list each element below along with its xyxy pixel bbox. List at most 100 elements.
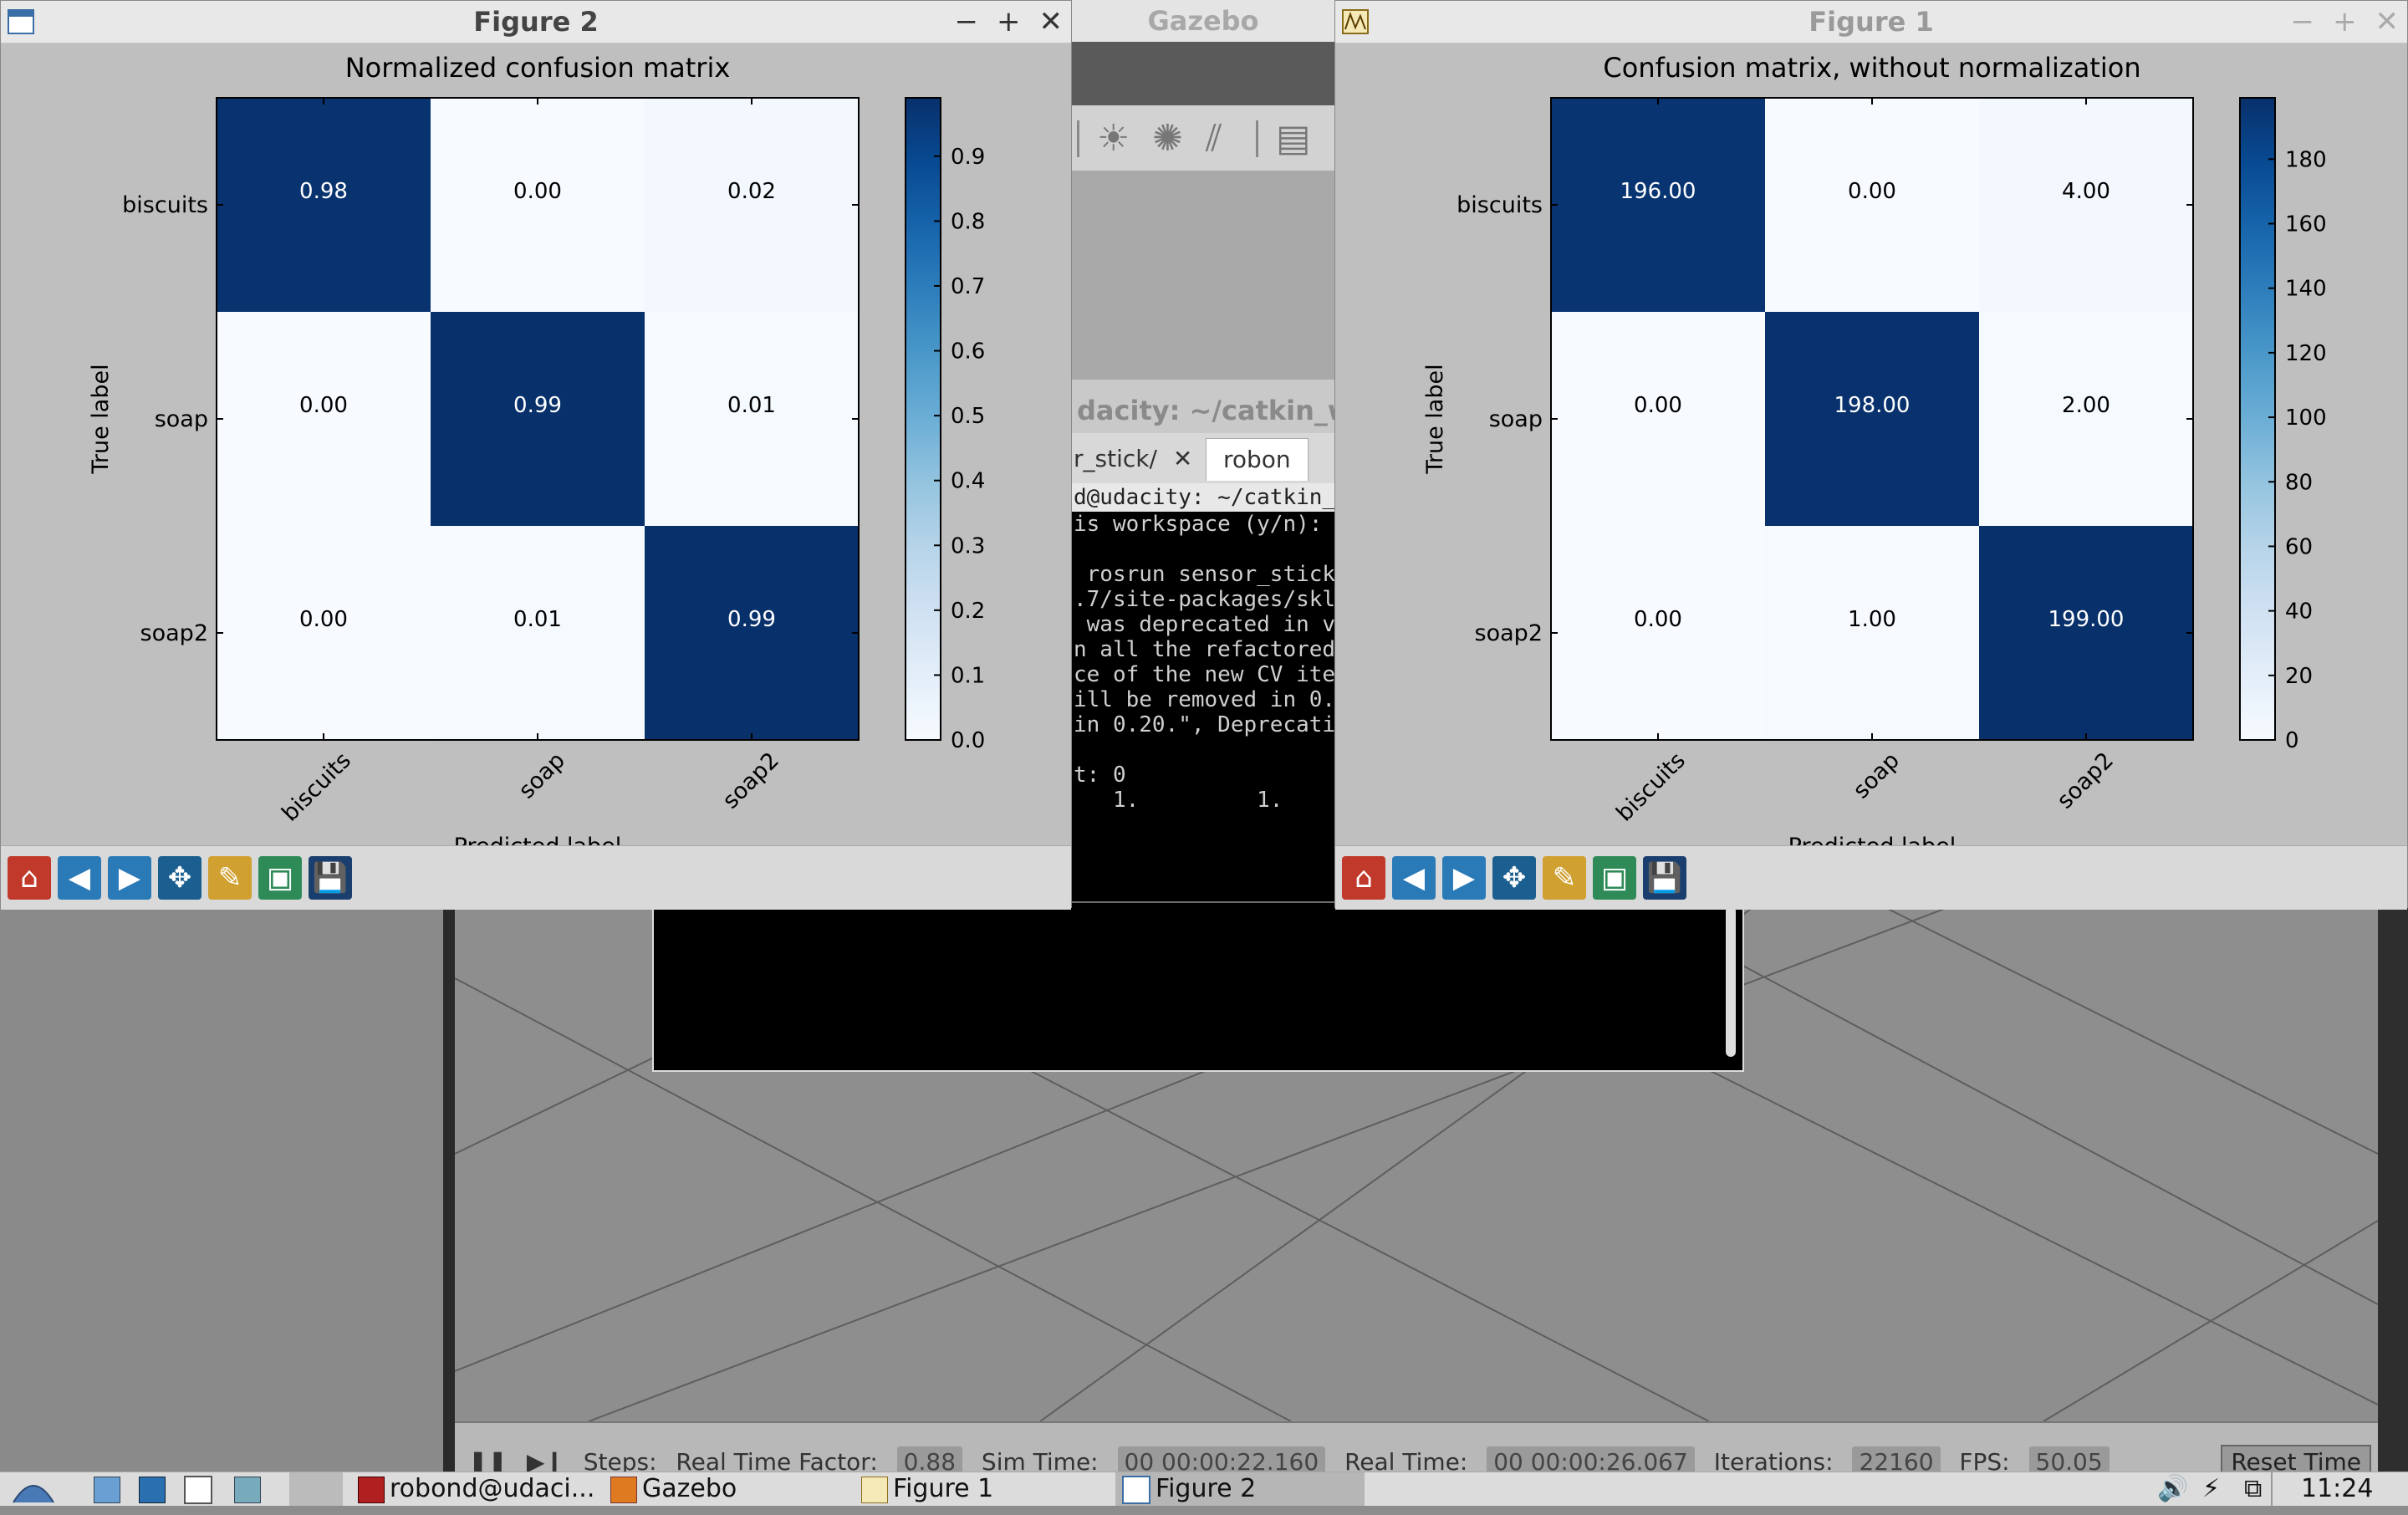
taskbar-item-figure-2[interactable]: Figure 2 (1115, 1472, 1365, 1506)
clock[interactable]: 11:24 (2301, 1472, 2373, 1506)
close-icon[interactable]: ✕ (2375, 5, 2400, 38)
save-icon[interactable]: 💾 (309, 856, 352, 900)
figure-2-titlebar[interactable]: Figure 2 − + ✕ (1, 1, 1071, 43)
terminal-titlebar[interactable]: dacity: ~/catkin_w (1072, 380, 1352, 441)
figure-2-window: Figure 2 − + ✕ Normalized confusion matrix… (0, 0, 1072, 910)
minimize-icon[interactable]: − (2291, 5, 2315, 38)
gazebo-panel (1072, 171, 1334, 380)
matrix-cell (645, 312, 859, 526)
matrix-cell (1979, 526, 2193, 740)
forward-icon[interactable]: ▶ (108, 856, 151, 900)
desktop-button[interactable] (289, 1472, 343, 1506)
y-tick-label: biscuits (122, 192, 208, 218)
point-light-icon[interactable]: ✺ (1152, 117, 1183, 160)
maximize-icon[interactable]: + (997, 5, 1021, 38)
maximize-icon[interactable]: + (2333, 5, 2357, 38)
subplots-icon[interactable]: ✎ (1543, 856, 1586, 900)
taskbar: robond@udaci... Gazebo Figure 1 Figure 2… (0, 1472, 2408, 1506)
cell-label: 0.02 (727, 179, 776, 204)
figure-2-canvas[interactable]: Normalized confusion matrix 0.98 0.00 0.02 0… (1, 43, 1071, 845)
colorbar-tick-label: 160 (2285, 212, 2327, 237)
back-icon[interactable]: ◀ (58, 856, 101, 900)
terminal-launcher-icon[interactable] (139, 1472, 171, 1506)
terminal-icon (358, 1476, 385, 1503)
cell-label: 0.00 (299, 393, 348, 418)
network-icon[interactable]: ⧉ (2244, 1472, 2262, 1506)
cell-label: 2.00 (2062, 393, 2110, 418)
matrix-cell (1551, 312, 1765, 526)
window-launcher-icon[interactable] (184, 1472, 217, 1506)
colorbar-tick-label: 0.0 (951, 728, 985, 753)
volume-icon[interactable]: 🔊 (2157, 1472, 2188, 1506)
close-tab-icon[interactable]: ✕ (1173, 445, 1192, 472)
cell-label: 199.00 (2048, 607, 2125, 632)
figure-1-canvas[interactable]: Confusion matrix, without normalization 1… (1335, 43, 2407, 845)
cell-label: 0.98 (299, 179, 348, 204)
copy-icon[interactable]: ▤ (1276, 117, 1311, 160)
matrix-cell (1765, 312, 1979, 526)
home-icon[interactable]: ⌂ (8, 856, 51, 900)
matrix-cell (431, 98, 645, 312)
save-icon[interactable]: 💾 (1643, 856, 1686, 900)
confusion-matrix-raw-chart: Confusion matrix, without normalization 1… (1422, 52, 2327, 845)
gazebo-menubar (1072, 42, 1334, 105)
battery-icon[interactable]: ⚡ (2202, 1472, 2220, 1506)
zoom-icon[interactable]: ▣ (1593, 856, 1636, 900)
minimize-icon[interactable]: − (955, 5, 979, 38)
zoom-icon[interactable]: ▣ (258, 856, 302, 900)
pan-icon[interactable]: ✥ (1492, 856, 1536, 900)
download-icon[interactable] (234, 1472, 266, 1506)
matrix-cell (645, 526, 859, 740)
y-tick-label: soap2 (140, 620, 208, 646)
colorbar-tick-label: 0.2 (951, 599, 985, 624)
x-tick-label: soap2 (717, 747, 784, 814)
colorbar-tick-label: 0 (2285, 728, 2299, 753)
matrix-cell (1765, 526, 1979, 740)
figure-1-title: Figure 1 (1809, 6, 1934, 38)
colorbar-tick-label: 0.3 (951, 533, 985, 559)
file-manager-icon[interactable] (94, 1472, 125, 1506)
close-icon[interactable]: ✕ (1039, 5, 1064, 38)
terminal-tab-2[interactable]: robon (1206, 438, 1309, 481)
start-menu-icon[interactable] (8, 1472, 59, 1506)
taskbar-item-figure-1[interactable]: Figure 1 (861, 1472, 993, 1506)
figure-1-titlebar[interactable]: Figure 1 − + ✕ (1335, 1, 2407, 43)
taskbar-item-figure-2-label: Figure 2 (1156, 1474, 1257, 1503)
x-tick-label: soap (1849, 747, 1905, 803)
cell-label: 198.00 (1834, 393, 1911, 418)
matrix-cell (217, 98, 431, 312)
taskbar-item-terminal[interactable]: robond@udaci... (358, 1472, 594, 1506)
gazebo-titlebar[interactable]: Gazebo (1072, 0, 1334, 43)
terminal-output-lower[interactable] (652, 903, 1744, 1072)
matrix-cell (1979, 312, 2193, 526)
terminal-tab-1[interactable]: r_stick/ ✕ (1074, 438, 1192, 480)
cell-label: 0.01 (513, 607, 562, 632)
toolbar-separator (1256, 120, 1258, 157)
x-tick-label: biscuits (277, 747, 356, 827)
x-axis-label: Predicted label (1788, 834, 1956, 845)
terminal-scrollbar[interactable] (1726, 906, 1736, 1057)
colorbar-tick-label: 0.6 (951, 339, 985, 365)
gazebo-icon (610, 1476, 637, 1503)
matrix-cell (645, 98, 859, 312)
colorbar-tick-label: 80 (2285, 470, 2313, 495)
y-axis-label: True label (1422, 364, 1448, 474)
taskbar-item-figure-1-label: Figure 1 (893, 1474, 994, 1503)
colorbar-tick-label: 0.4 (951, 469, 985, 494)
cell-label: 196.00 (1620, 179, 1696, 204)
subplots-icon[interactable]: ✎ (208, 856, 252, 900)
terminal-output[interactable]: d@udacity: ~/catkin_ws/ is workspace (y/… (1072, 483, 1334, 901)
gazebo-left-panel[interactable] (0, 903, 455, 1472)
directional-light-icon[interactable]: ⫽ (1206, 117, 1222, 160)
x-tick-label: biscuits (1611, 747, 1691, 827)
forward-icon[interactable]: ▶ (1442, 856, 1486, 900)
y-tick-label: soap2 (1475, 620, 1543, 646)
taskbar-item-gazebo[interactable]: Gazebo (610, 1472, 737, 1506)
back-icon[interactable]: ◀ (1392, 856, 1436, 900)
chart-title: Normalized confusion matrix (345, 52, 731, 84)
terminal-text: is workspace (y/n): rosrun sensor_stick … (1074, 512, 1334, 813)
colorbar-tick-label: 0.8 (951, 209, 985, 234)
pan-icon[interactable]: ✥ (158, 856, 202, 900)
home-icon[interactable]: ⌂ (1342, 856, 1385, 900)
sun-light-icon[interactable]: ☀ (1097, 117, 1130, 160)
